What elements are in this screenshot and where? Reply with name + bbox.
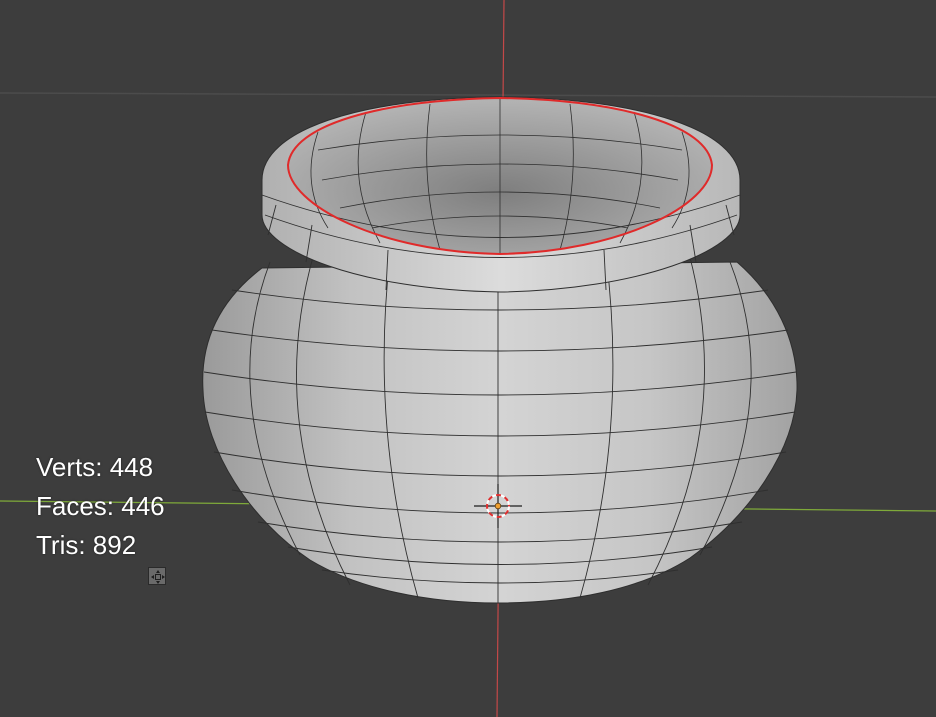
viewport-canvas[interactable] [0,0,936,717]
3d-viewport[interactable]: Verts: 448 Faces: 446 Tris: 892 [0,0,936,717]
view-navigation-icon[interactable] [148,567,166,585]
tris-count: Tris: 892 [36,530,137,560]
faces-count: Faces: 446 [36,491,165,521]
verts-count: Verts: 448 [36,452,154,482]
grid-horizon-line [0,92,936,98]
pot-mesh[interactable] [202,96,798,604]
scene-statistics: Verts: 448 Faces: 446 Tris: 892 [36,448,165,565]
pot-body[interactable] [202,261,798,604]
